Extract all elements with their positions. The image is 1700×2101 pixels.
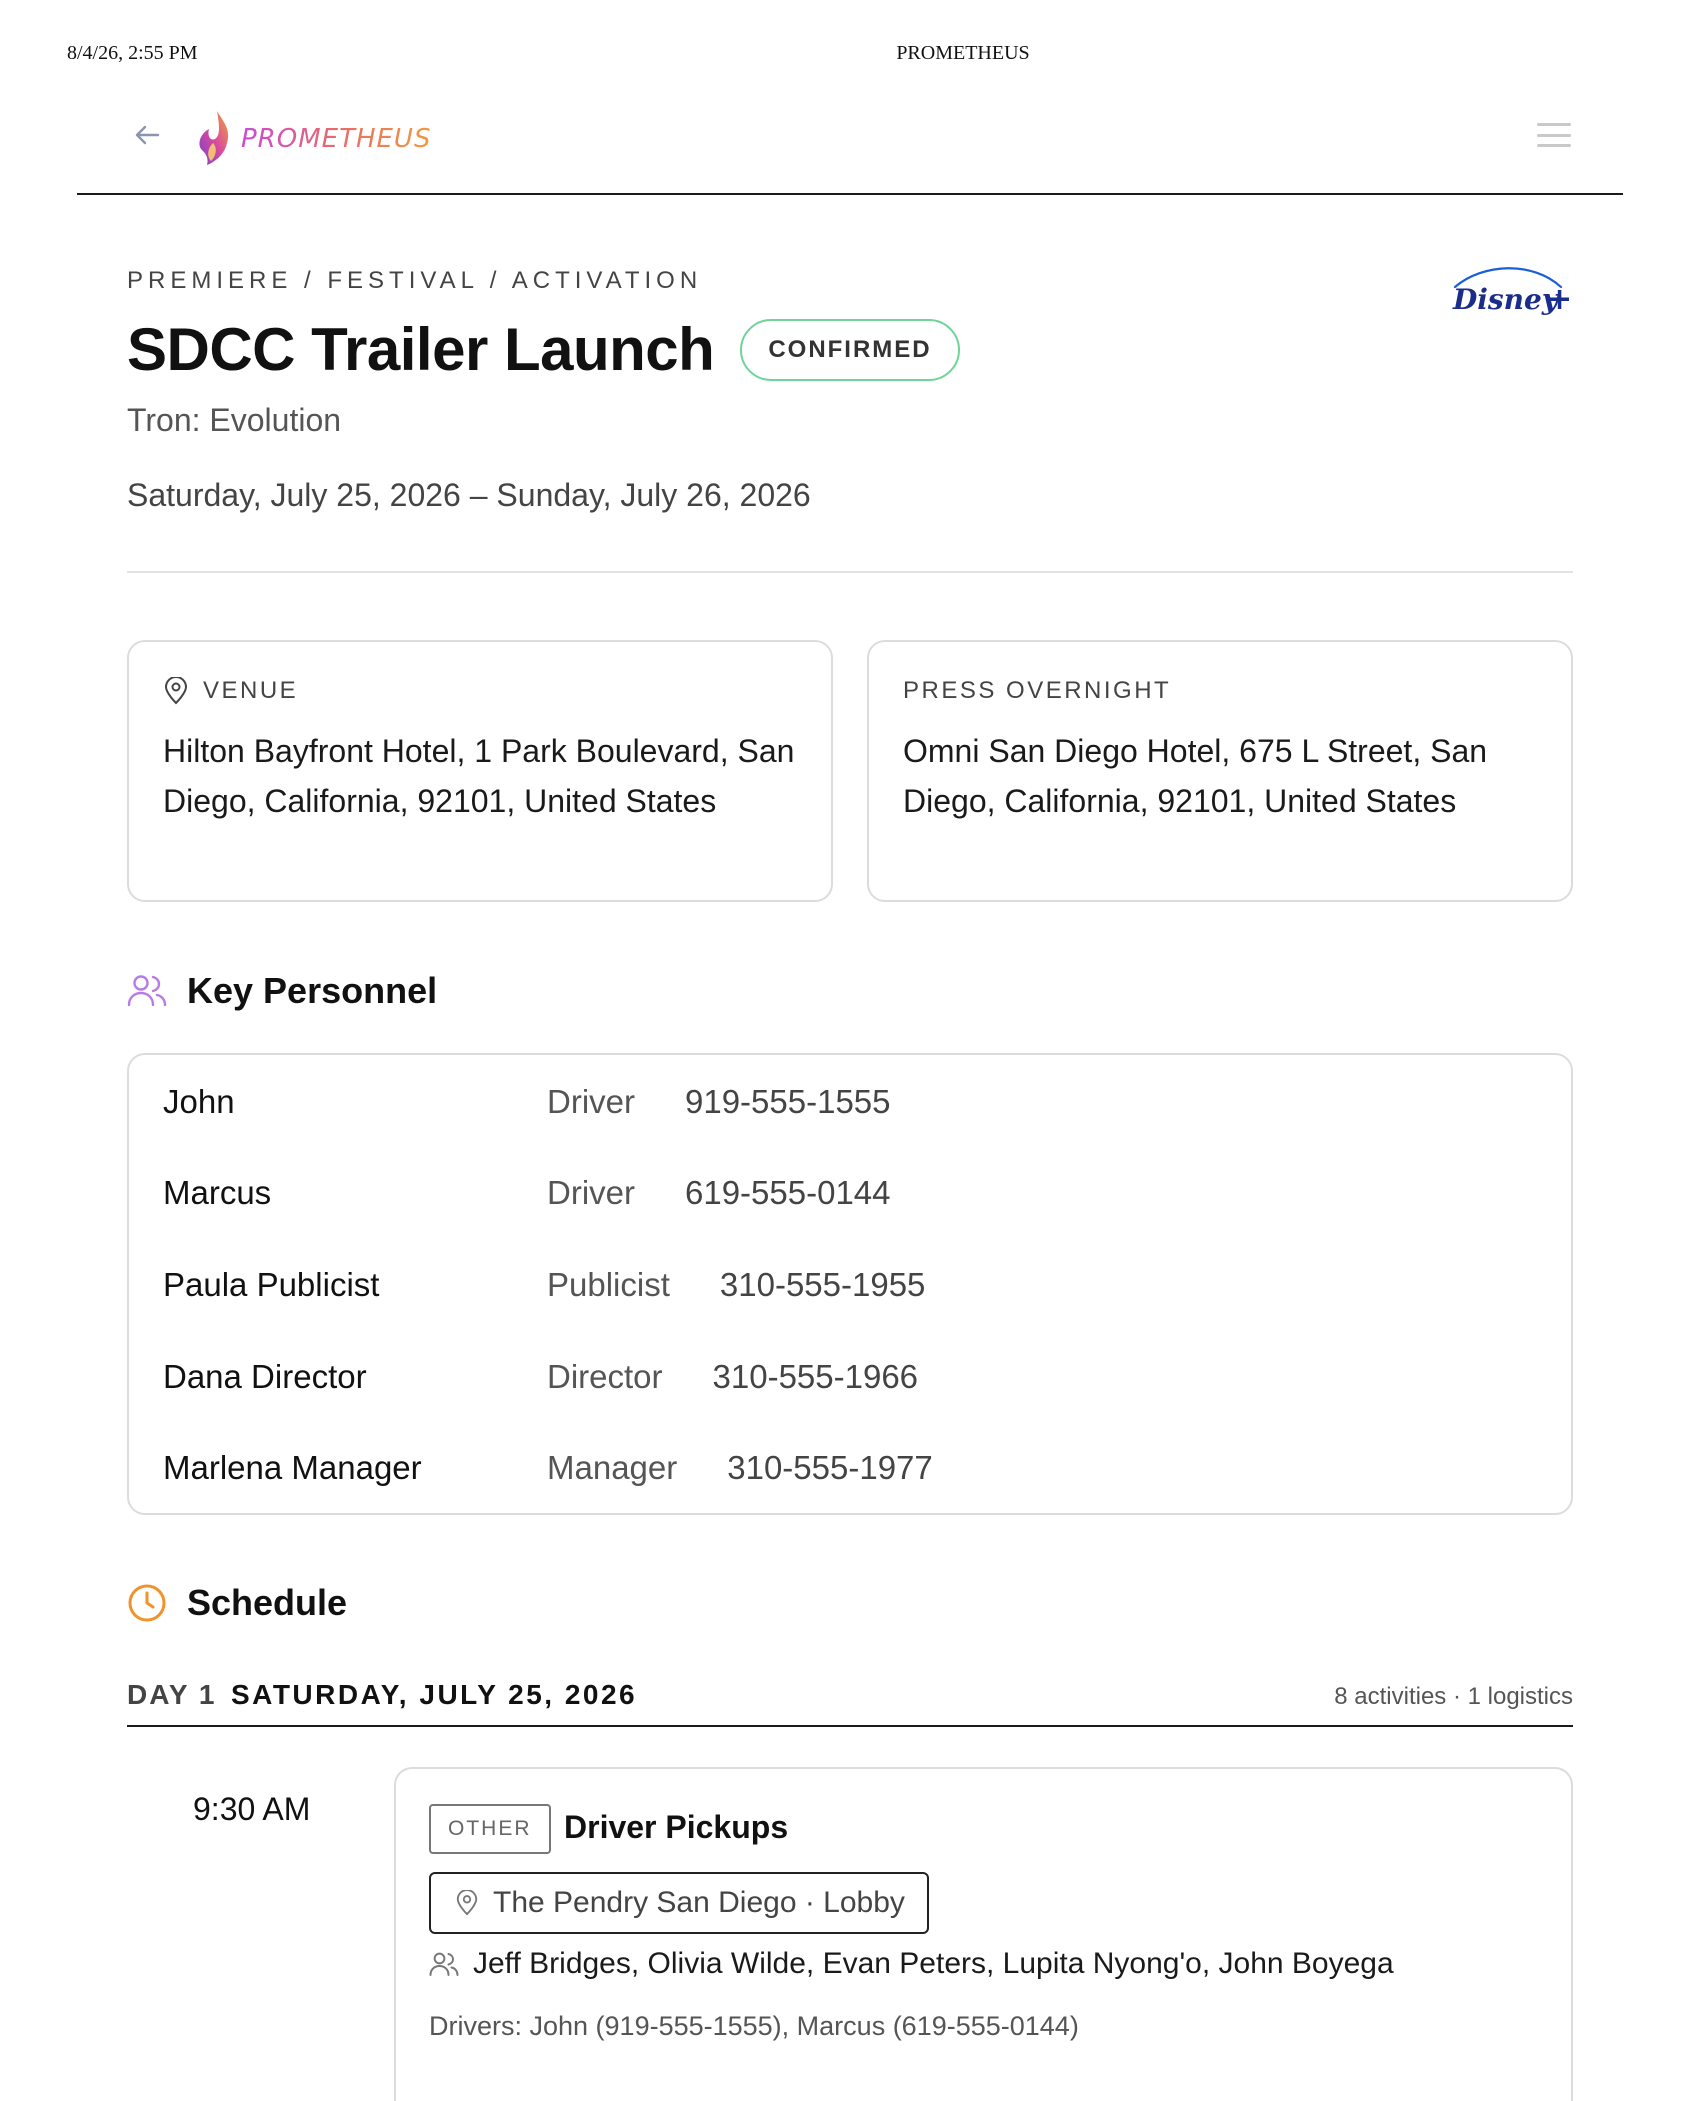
day-header: DAY 1 SATURDAY, JULY 25, 2026 8 activiti… bbox=[127, 1679, 1573, 1727]
title-row: SDCC Trailer Launch CONFIRMED bbox=[127, 315, 960, 384]
app-logo[interactable]: PROMETHEUS bbox=[197, 107, 431, 171]
person-name: Paula Publicist bbox=[163, 1266, 380, 1303]
key-personnel-title: Key Personnel bbox=[187, 970, 438, 1011]
event-dates: Saturday, July 25, 2026 – Sunday, July 2… bbox=[127, 477, 811, 513]
activity-location[interactable]: The Pendry San Diego · Lobby bbox=[429, 1872, 929, 1934]
map-pin-icon bbox=[164, 677, 188, 705]
menu-icon-bar bbox=[1537, 133, 1571, 137]
person-phone[interactable]: 310-555-1977 bbox=[727, 1449, 933, 1487]
key-personnel-heading: Key Personnel bbox=[127, 970, 437, 1012]
person-row: Paula Publicist Publicist 310-555-1955 bbox=[163, 1255, 925, 1315]
day-summary: 8 activities · 1 logistics bbox=[1334, 1683, 1573, 1710]
person-row: Marlena Manager Manager 310-555-1977 bbox=[163, 1438, 933, 1498]
page-title: SDCC Trailer Launch bbox=[127, 316, 715, 383]
person-role: Driver bbox=[547, 1083, 635, 1120]
press-overnight-address: Omni San Diego Hotel, 675 L Street, San … bbox=[903, 733, 1488, 819]
schedule-heading: Schedule bbox=[127, 1582, 347, 1624]
header-divider bbox=[127, 571, 1573, 573]
back-button[interactable] bbox=[129, 117, 165, 153]
venue-label-row: VENUE bbox=[163, 676, 797, 706]
menu-button[interactable] bbox=[1537, 121, 1571, 149]
day-date: SATURDAY, JULY 25, 2026 bbox=[231, 1679, 638, 1710]
activity-card[interactable]: OTHER Driver Pickups The Pendry San Dieg… bbox=[394, 1767, 1573, 2101]
logo-text: PROMETHEUS bbox=[241, 124, 432, 154]
svg-text:Disney: Disney bbox=[1452, 283, 1560, 316]
activity-notes: Drivers: John (919-555-1555), Marcus (61… bbox=[429, 2011, 1079, 2041]
clock-icon bbox=[128, 1584, 166, 1622]
print-header: 8/4/26, 2:55 PM PROMETHEUS bbox=[0, 42, 1700, 72]
status-badge: CONFIRMED bbox=[740, 318, 960, 381]
flame-logo-icon bbox=[199, 111, 229, 165]
person-phone[interactable]: 919-555-1555 bbox=[685, 1083, 891, 1121]
activity-type-badge: OTHER bbox=[429, 1804, 551, 1854]
menu-icon-bar bbox=[1537, 144, 1571, 147]
map-pin-icon bbox=[456, 1890, 478, 1916]
press-overnight-card: PRESS OVERNIGHT Omni San Diego Hotel, 67… bbox=[867, 640, 1573, 902]
app-bar: PROMETHEUS bbox=[77, 95, 1623, 195]
activity-title: Driver Pickups bbox=[564, 1809, 789, 1845]
person-row: Marcus Driver 619-555-0144 bbox=[163, 1163, 891, 1223]
activity-location-text: The Pendry San Diego · Lobby bbox=[493, 1886, 905, 1919]
venue-address: Hilton Bayfront Hotel, 1 Park Boulevard,… bbox=[163, 733, 795, 819]
activity-time: 9:30 AM bbox=[193, 1791, 311, 1827]
disney-plus-logo: Disney + bbox=[1452, 267, 1572, 317]
person-phone[interactable]: 619-555-0144 bbox=[685, 1174, 891, 1212]
person-role: Director bbox=[547, 1358, 663, 1395]
venue-card: VENUE Hilton Bayfront Hotel, 1 Park Boul… bbox=[127, 640, 833, 902]
svg-text:+: + bbox=[1547, 282, 1572, 317]
person-phone[interactable]: 310-555-1966 bbox=[713, 1358, 919, 1396]
activity-talent: Jeff Bridges, Olivia Wilde, Evan Peters,… bbox=[429, 1947, 1394, 1981]
activity-talent-list: Jeff Bridges, Olivia Wilde, Evan Peters,… bbox=[473, 1947, 1394, 1980]
press-overnight-label: PRESS OVERNIGHT bbox=[903, 677, 1172, 704]
person-name: Marlena Manager bbox=[163, 1449, 422, 1486]
person-role: Driver bbox=[547, 1174, 635, 1211]
person-name: John bbox=[163, 1083, 235, 1120]
venue-label: VENUE bbox=[203, 677, 299, 704]
users-icon bbox=[127, 975, 167, 1007]
day-number: DAY 1 bbox=[127, 1679, 217, 1710]
event-subtitle: Tron: Evolution bbox=[127, 402, 342, 438]
event-category: PREMIERE / FESTIVAL / ACTIVATION bbox=[127, 267, 703, 294]
person-phone[interactable]: 310-555-1955 bbox=[720, 1266, 926, 1304]
person-name: Dana Director bbox=[163, 1358, 367, 1395]
back-arrow-icon bbox=[135, 125, 160, 145]
person-role: Manager bbox=[547, 1449, 678, 1486]
users-icon bbox=[429, 1952, 459, 1976]
press-overnight-label-row: PRESS OVERNIGHT bbox=[903, 676, 1537, 706]
schedule-title: Schedule bbox=[187, 1582, 348, 1623]
person-row: Dana Director Director 310-555-1966 bbox=[163, 1347, 918, 1407]
personnel-list: John Driver 919-555-1555 Marcus Driver 6… bbox=[127, 1053, 1573, 1515]
person-row: John Driver 919-555-1555 bbox=[163, 1072, 891, 1132]
menu-icon-bar bbox=[1537, 123, 1571, 126]
person-role: Publicist bbox=[547, 1266, 670, 1303]
person-name: Marcus bbox=[163, 1174, 272, 1211]
print-title: PROMETHEUS bbox=[896, 42, 1030, 64]
